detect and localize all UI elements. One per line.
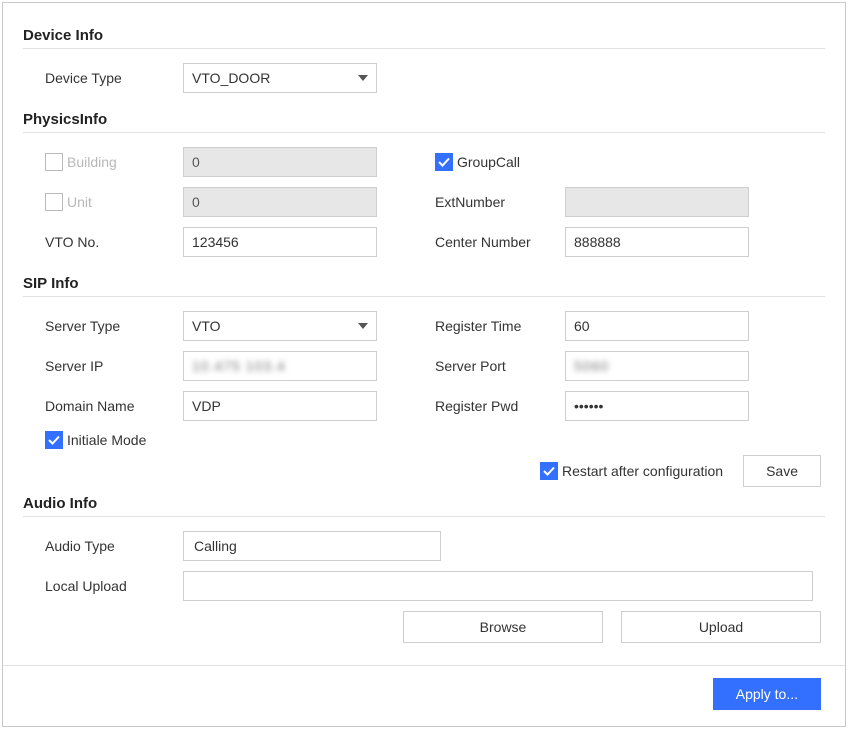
apply-to-button[interactable]: Apply to... <box>713 678 821 710</box>
register-time-input[interactable] <box>565 311 749 341</box>
building-input <box>183 147 377 177</box>
server-type-label: Server Type <box>45 318 183 334</box>
server-ip-value: 10.475 103.4 <box>192 358 286 374</box>
device-type-value: VTO_DOOR <box>192 70 270 86</box>
initiale-mode-label: Initiale Mode <box>67 432 146 448</box>
domain-name-input[interactable] <box>183 391 377 421</box>
audio-type-select[interactable]: Calling <box>183 531 441 561</box>
center-number-label: Center Number <box>435 234 565 250</box>
server-port-label: Server Port <box>435 358 565 374</box>
initiale-mode-checkbox[interactable] <box>45 431 63 449</box>
server-port-value: 5060 <box>574 358 609 374</box>
extnumber-input <box>565 187 749 217</box>
building-label: Building <box>67 154 117 170</box>
divider <box>3 665 845 666</box>
divider <box>23 132 825 133</box>
caret-down-icon <box>358 75 368 81</box>
caret-down-icon <box>358 323 368 329</box>
device-config-panel: Device Info Device Type VTO_DOOR Physics… <box>2 2 846 727</box>
vto-no-label: VTO No. <box>45 234 183 250</box>
vto-no-input[interactable] <box>183 227 377 257</box>
restart-checkbox[interactable] <box>540 462 558 480</box>
device-type-select[interactable]: VTO_DOOR <box>183 63 377 93</box>
register-time-label: Register Time <box>435 318 565 334</box>
local-upload-label: Local Upload <box>45 578 183 594</box>
server-port-input[interactable]: 5060 <box>565 351 749 381</box>
divider <box>23 516 825 517</box>
unit-label: Unit <box>67 194 92 210</box>
server-ip-label: Server IP <box>45 358 183 374</box>
divider <box>23 296 825 297</box>
audio-type-value: Calling <box>194 538 237 554</box>
groupcall-checkbox[interactable] <box>435 153 453 171</box>
local-upload-input[interactable] <box>183 571 813 601</box>
device-type-label: Device Type <box>45 70 183 86</box>
center-number-input[interactable] <box>565 227 749 257</box>
unit-checkbox[interactable] <box>45 193 63 211</box>
unit-input <box>183 187 377 217</box>
server-ip-input[interactable]: 10.475 103.4 <box>183 351 377 381</box>
restart-label: Restart after configuration <box>562 463 723 479</box>
building-checkbox[interactable] <box>45 153 63 171</box>
divider <box>23 48 825 49</box>
server-type-select[interactable]: VTO <box>183 311 377 341</box>
audio-info-title: Audio Info <box>23 495 825 512</box>
physics-info-title: PhysicsInfo <box>23 111 825 128</box>
audio-type-label: Audio Type <box>45 538 183 554</box>
browse-button[interactable]: Browse <box>403 611 603 643</box>
sip-info-title: SIP Info <box>23 275 825 292</box>
domain-name-label: Domain Name <box>45 398 183 414</box>
groupcall-label: GroupCall <box>457 154 520 170</box>
register-pwd-label: Register Pwd <box>435 398 565 414</box>
device-info-title: Device Info <box>23 27 825 44</box>
register-pwd-input[interactable] <box>565 391 749 421</box>
upload-button[interactable]: Upload <box>621 611 821 643</box>
server-type-value: VTO <box>192 318 221 334</box>
extnumber-label: ExtNumber <box>435 194 565 210</box>
save-button[interactable]: Save <box>743 455 821 487</box>
